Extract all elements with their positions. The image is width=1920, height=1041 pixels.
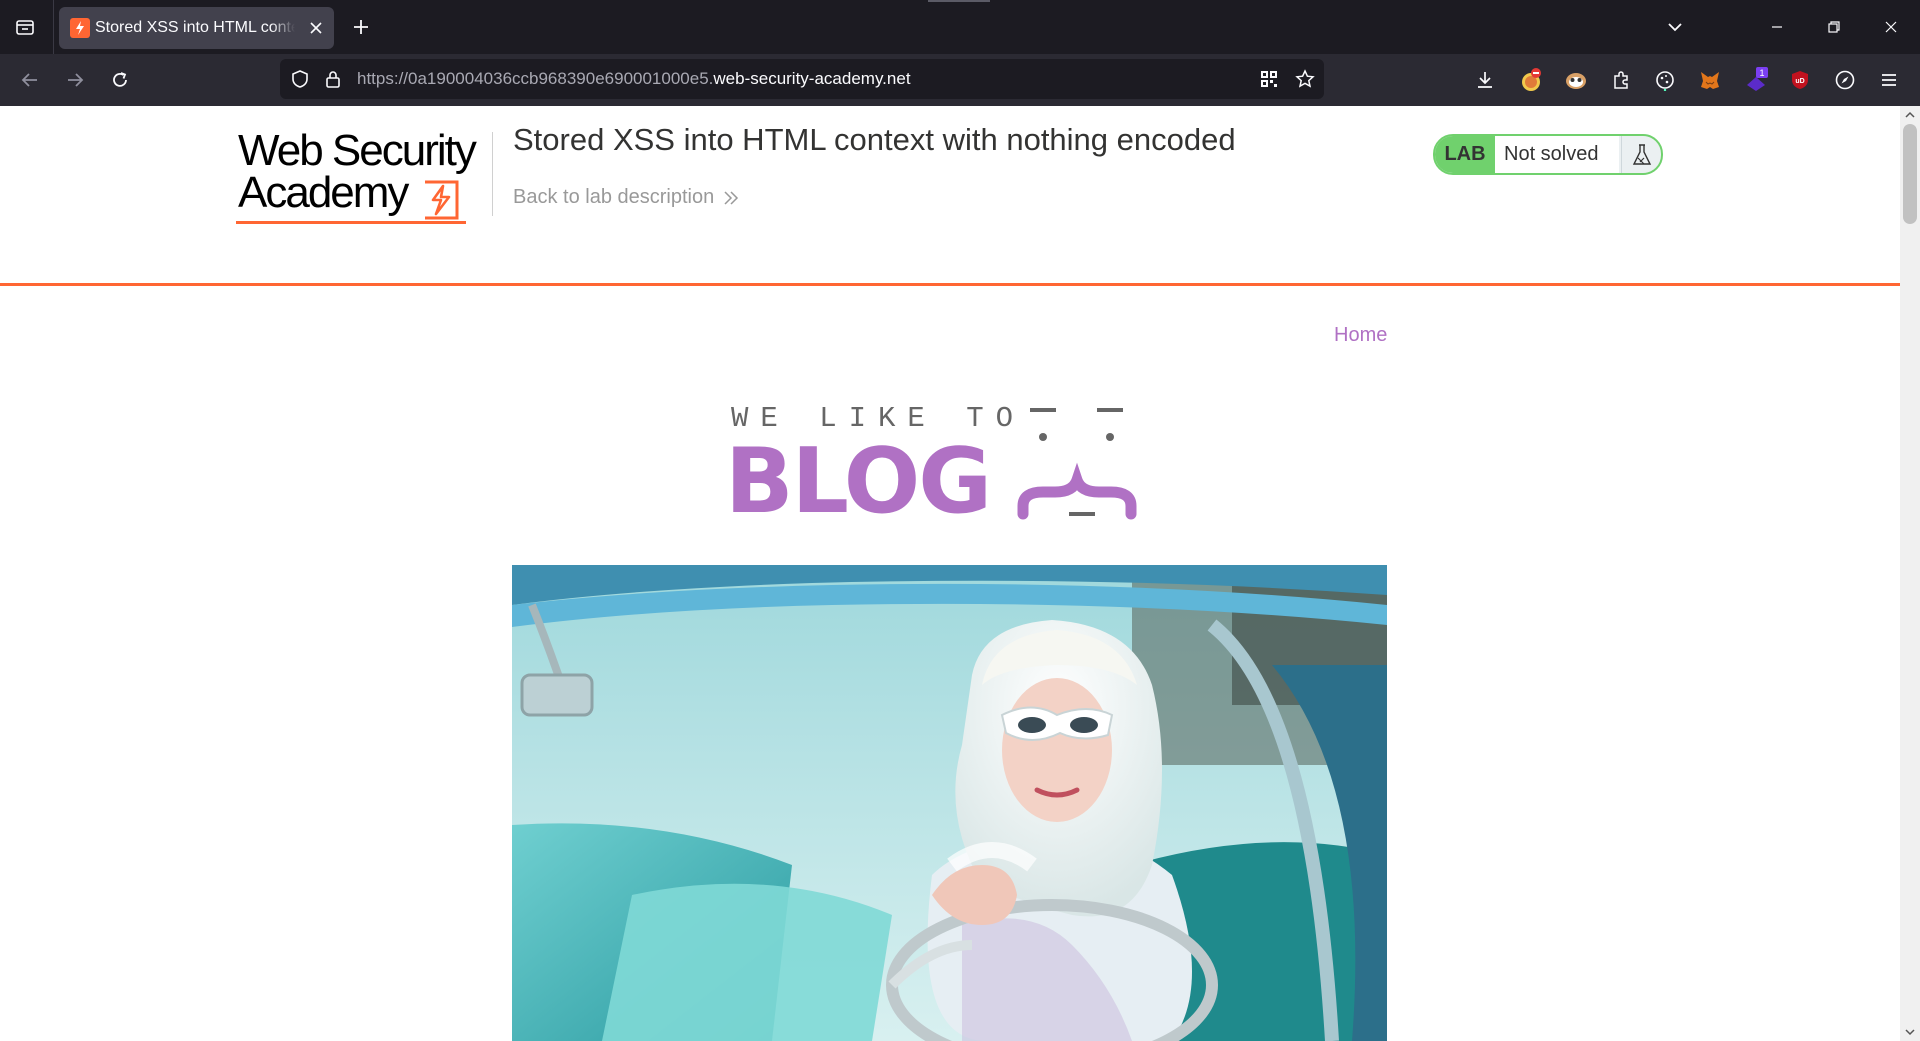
header-divider bbox=[492, 132, 493, 216]
double-chevron-right-icon bbox=[724, 190, 739, 205]
vertical-scrollbar[interactable] bbox=[1900, 106, 1920, 1041]
hamburger-menu-icon[interactable] bbox=[1874, 65, 1904, 95]
metamask-icon[interactable] bbox=[1695, 65, 1725, 95]
portswigger-favicon-icon bbox=[70, 18, 90, 38]
brace-face-icon bbox=[1017, 408, 1137, 520]
close-tab-icon[interactable] bbox=[304, 16, 328, 40]
browser-tab[interactable]: Stored XSS into HTML context with nothin… bbox=[59, 7, 334, 49]
scrollbar-thumb[interactable] bbox=[1903, 124, 1917, 224]
ublock-label: uD bbox=[1795, 78, 1804, 85]
scroll-up-arrow-icon[interactable] bbox=[1905, 110, 1915, 120]
forward-arrow-icon[interactable] bbox=[59, 64, 91, 96]
url-bar[interactable]: https://0a190004036ccb968390e690001000e5… bbox=[280, 59, 1324, 99]
adblock-icon[interactable] bbox=[1516, 65, 1546, 95]
tab-bar: Stored XSS into HTML context with nothin… bbox=[0, 0, 1920, 54]
lock-icon[interactable] bbox=[321, 67, 345, 91]
extensions-puzzle-icon[interactable] bbox=[1606, 65, 1636, 95]
back-arrow-icon[interactable] bbox=[14, 64, 46, 96]
url-domain: web-security-academy.net bbox=[713, 69, 911, 88]
page-viewport: Web Security Academy Stored XSS into HTM… bbox=[0, 106, 1900, 1041]
reload-icon[interactable] bbox=[104, 64, 136, 96]
lab-status-text: Not solved bbox=[1495, 136, 1619, 173]
logo-line-1: Web Security bbox=[238, 126, 477, 175]
scroll-down-arrow-icon[interactable] bbox=[1905, 1027, 1915, 1037]
lab-label: LAB bbox=[1435, 136, 1495, 173]
restore-icon[interactable] bbox=[1812, 8, 1856, 46]
qr-code-icon[interactable] bbox=[1257, 67, 1281, 91]
flask-icon[interactable] bbox=[1621, 136, 1661, 173]
lightning-badge-icon bbox=[425, 180, 459, 220]
url-text[interactable]: https://0a190004036ccb968390e690001000e5… bbox=[357, 69, 911, 89]
logo-underline bbox=[236, 221, 466, 224]
compass-icon[interactable] bbox=[1830, 65, 1860, 95]
firefox-view-icon[interactable] bbox=[10, 12, 40, 42]
url-prefix: https://0a190004036ccb968390e690001000e5… bbox=[357, 69, 714, 88]
home-link[interactable]: Home bbox=[1334, 324, 1387, 347]
lab-status-widget: LAB Not solved bbox=[1433, 134, 1663, 175]
academy-header: Web Security Academy Stored XSS into HTM… bbox=[0, 106, 1900, 286]
extension-badge-count: 1 bbox=[1759, 68, 1764, 78]
bookmark-star-icon[interactable] bbox=[1293, 67, 1317, 91]
drag-space bbox=[928, 0, 990, 2]
new-tab-icon[interactable] bbox=[346, 12, 376, 42]
cookie-icon[interactable] bbox=[1650, 65, 1680, 95]
blog-post-hero-image[interactable] bbox=[512, 565, 1387, 1041]
notification-extension-icon[interactable]: 1 bbox=[1741, 65, 1771, 95]
lab-title: Stored XSS into HTML context with nothin… bbox=[513, 122, 1236, 157]
back-link-label: Back to lab description bbox=[513, 186, 715, 208]
tracking-protection-shield-icon[interactable] bbox=[288, 67, 312, 91]
banner-blog-word: BLOG bbox=[725, 429, 992, 534]
minimize-icon[interactable] bbox=[1755, 8, 1799, 46]
tab-title: Stored XSS into HTML context with nothin… bbox=[95, 19, 295, 36]
ublock-icon[interactable]: uD bbox=[1785, 65, 1815, 95]
tab-separator bbox=[53, 0, 54, 54]
download-icon[interactable] bbox=[1470, 65, 1500, 95]
back-to-lab-description-link[interactable]: Back to lab description bbox=[513, 186, 740, 209]
list-all-tabs-chevron-down-icon[interactable] bbox=[1660, 12, 1690, 42]
navigation-toolbar: https://0a190004036ccb968390e690001000e5… bbox=[0, 54, 1920, 106]
privacy-badger-icon[interactable] bbox=[1561, 65, 1591, 95]
web-security-academy-logo[interactable]: Web Security Academy bbox=[236, 126, 488, 230]
close-window-icon[interactable] bbox=[1869, 8, 1913, 46]
blog-banner: WE LIKE TO BLOG bbox=[725, 396, 1175, 532]
